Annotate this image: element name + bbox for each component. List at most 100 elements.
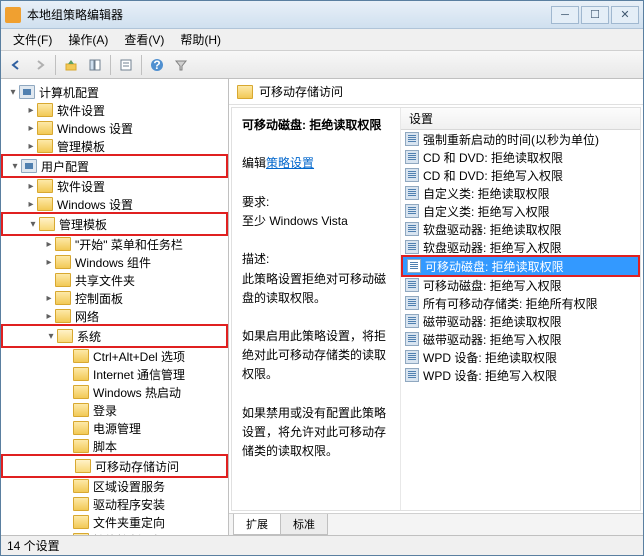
- policy-icon: [405, 150, 419, 164]
- setting-item[interactable]: 软盘驱动器: 拒绝读取权限: [401, 220, 640, 238]
- setting-item[interactable]: WPD 设备: 拒绝读取权限: [401, 348, 640, 366]
- tree-item[interactable]: ▾管理模板: [3, 215, 226, 233]
- expand-toggle[interactable]: ▸: [25, 123, 37, 134]
- menu-action[interactable]: 操作(A): [60, 29, 116, 50]
- setting-item[interactable]: 自定义类: 拒绝读取权限: [401, 184, 640, 202]
- description-text-1: 此策略设置拒绝对可移动磁盘的读取权限。: [242, 272, 386, 305]
- computer-icon: [21, 159, 37, 173]
- tree-item[interactable]: Windows 热启动: [1, 383, 228, 401]
- expand-toggle[interactable]: ▾: [45, 331, 57, 342]
- toolbar: ?: [1, 51, 643, 79]
- edit-policy-link[interactable]: 策略设置: [266, 156, 314, 170]
- description-column: 可移动磁盘: 拒绝读取权限 编辑策略设置 要求: 至少 Windows Vist…: [232, 108, 400, 510]
- expand-toggle[interactable]: ▸: [25, 181, 37, 192]
- tree-item[interactable]: 电源管理: [1, 419, 228, 437]
- tree-item[interactable]: 脚本: [1, 437, 228, 455]
- tree-item[interactable]: 驱动程序安装: [1, 495, 228, 513]
- up-button[interactable]: [60, 54, 82, 76]
- expand-toggle[interactable]: ▸: [43, 257, 55, 268]
- forward-button[interactable]: [29, 54, 51, 76]
- tree-item[interactable]: 可移动存储访问: [3, 457, 226, 475]
- setting-item[interactable]: 自定义类: 拒绝写入权限: [401, 202, 640, 220]
- tree-item[interactable]: 共享文件夹: [1, 271, 228, 289]
- setting-item[interactable]: 软盘驱动器: 拒绝写入权限: [401, 238, 640, 256]
- folder-icon: [55, 291, 71, 305]
- details-heading: 可移动存储访问: [259, 83, 343, 100]
- tree-item-label: Internet 通信管理: [93, 366, 185, 383]
- tree-item[interactable]: Internet 通信管理: [1, 365, 228, 383]
- setting-item[interactable]: 所有可移动存储类: 拒绝所有权限: [401, 294, 640, 312]
- tree-item[interactable]: ▸Windows 组件: [1, 253, 228, 271]
- policy-icon: [405, 222, 419, 236]
- expand-toggle[interactable]: ▸: [43, 293, 55, 304]
- column-header-setting[interactable]: 设置: [401, 108, 640, 130]
- tree-item[interactable]: ▸Windows 设置: [1, 195, 228, 213]
- folder-icon: [55, 309, 71, 323]
- toolbar-separator: [110, 55, 111, 75]
- tree-item[interactable]: Ctrl+Alt+Del 选项: [1, 347, 228, 365]
- tree-item[interactable]: 登录: [1, 401, 228, 419]
- tree-item[interactable]: ▾计算机配置: [1, 83, 228, 101]
- tree-item[interactable]: 区域设置服务: [1, 477, 228, 495]
- setting-item[interactable]: 磁带驱动器: 拒绝读取权限: [401, 312, 640, 330]
- show-hide-tree-button[interactable]: [84, 54, 106, 76]
- tree-item-label: 软件设置: [57, 102, 105, 119]
- tree-pane[interactable]: ▾计算机配置▸软件设置▸Windows 设置▸管理模板▾用户配置▸软件设置▸Wi…: [1, 79, 229, 535]
- expand-toggle[interactable]: ▸: [25, 199, 37, 210]
- close-button[interactable]: ✕: [611, 6, 639, 24]
- setting-label: 自定义类: 拒绝读取权限: [423, 185, 550, 202]
- menu-view[interactable]: 查看(V): [116, 29, 172, 50]
- policy-icon: [405, 204, 419, 218]
- tree-item-label: 区域设置服务: [93, 478, 165, 495]
- setting-item[interactable]: 可移动磁盘: 拒绝写入权限: [401, 276, 640, 294]
- tree-item[interactable]: ▸网络: [1, 307, 228, 325]
- back-button[interactable]: [5, 54, 27, 76]
- properties-button[interactable]: [115, 54, 137, 76]
- tree-item[interactable]: ▸软件设置: [1, 177, 228, 195]
- window-title: 本地组策略编辑器: [27, 6, 549, 23]
- minimize-button[interactable]: ─: [551, 6, 579, 24]
- setting-item[interactable]: 强制重新启动的时间(以秒为单位): [401, 130, 640, 148]
- folder-icon: [55, 255, 71, 269]
- tree-item[interactable]: ▸管理模板: [1, 137, 228, 155]
- setting-item[interactable]: 磁带驱动器: 拒绝写入权限: [401, 330, 640, 348]
- menu-help[interactable]: 帮助(H): [172, 29, 229, 50]
- tree-item[interactable]: ▸控制面板: [1, 289, 228, 307]
- expand-toggle[interactable]: ▾: [9, 161, 21, 172]
- tab-standard[interactable]: 标准: [280, 514, 328, 535]
- tree-item[interactable]: ▸"开始" 菜单和任务栏: [1, 235, 228, 253]
- filter-button[interactable]: [170, 54, 192, 76]
- help-button[interactable]: ?: [146, 54, 168, 76]
- tree-item[interactable]: 文件夹重定向: [1, 513, 228, 531]
- folder-icon: [39, 217, 55, 231]
- setting-item[interactable]: 可移动磁盘: 拒绝读取权限: [403, 257, 638, 275]
- tab-extended[interactable]: 扩展: [233, 514, 281, 535]
- tree-item-label: 文件夹重定向: [93, 514, 165, 531]
- expand-toggle[interactable]: ▸: [25, 141, 37, 152]
- tree-item[interactable]: ▸ 软件设置: [1, 101, 228, 119]
- expand-toggle[interactable]: ▸: [25, 105, 37, 116]
- setting-item[interactable]: CD 和 DVD: 拒绝写入权限: [401, 166, 640, 184]
- setting-label: 磁带驱动器: 拒绝写入权限: [423, 331, 562, 348]
- maximize-button[interactable]: ☐: [581, 6, 609, 24]
- folder-icon: [73, 367, 89, 381]
- setting-item[interactable]: CD 和 DVD: 拒绝读取权限: [401, 148, 640, 166]
- menu-file[interactable]: 文件(F): [5, 29, 60, 50]
- tree-item[interactable]: ▾系统: [3, 327, 226, 345]
- expand-toggle[interactable]: ▾: [7, 87, 19, 98]
- tree-item[interactable]: ▾用户配置: [3, 157, 226, 175]
- policy-icon: [405, 368, 419, 382]
- app-icon: [5, 7, 21, 23]
- folder-icon: [37, 139, 53, 153]
- folder-icon: [73, 479, 89, 493]
- expand-toggle[interactable]: ▾: [27, 219, 39, 230]
- setting-label: WPD 设备: 拒绝读取权限: [423, 349, 557, 366]
- expand-toggle[interactable]: ▸: [43, 311, 55, 322]
- tree-item[interactable]: ▸Windows 设置: [1, 119, 228, 137]
- folder-icon: [73, 515, 89, 529]
- menubar: 文件(F) 操作(A) 查看(V) 帮助(H): [1, 29, 643, 51]
- expand-toggle[interactable]: ▸: [43, 239, 55, 250]
- tree-item-label: Ctrl+Alt+Del 选项: [93, 348, 185, 365]
- setting-item[interactable]: WPD 设备: 拒绝写入权限: [401, 366, 640, 384]
- description-text-3: 如果禁用或没有配置此策略设置，将允许对此可移动存储类的读取权限。: [242, 406, 386, 458]
